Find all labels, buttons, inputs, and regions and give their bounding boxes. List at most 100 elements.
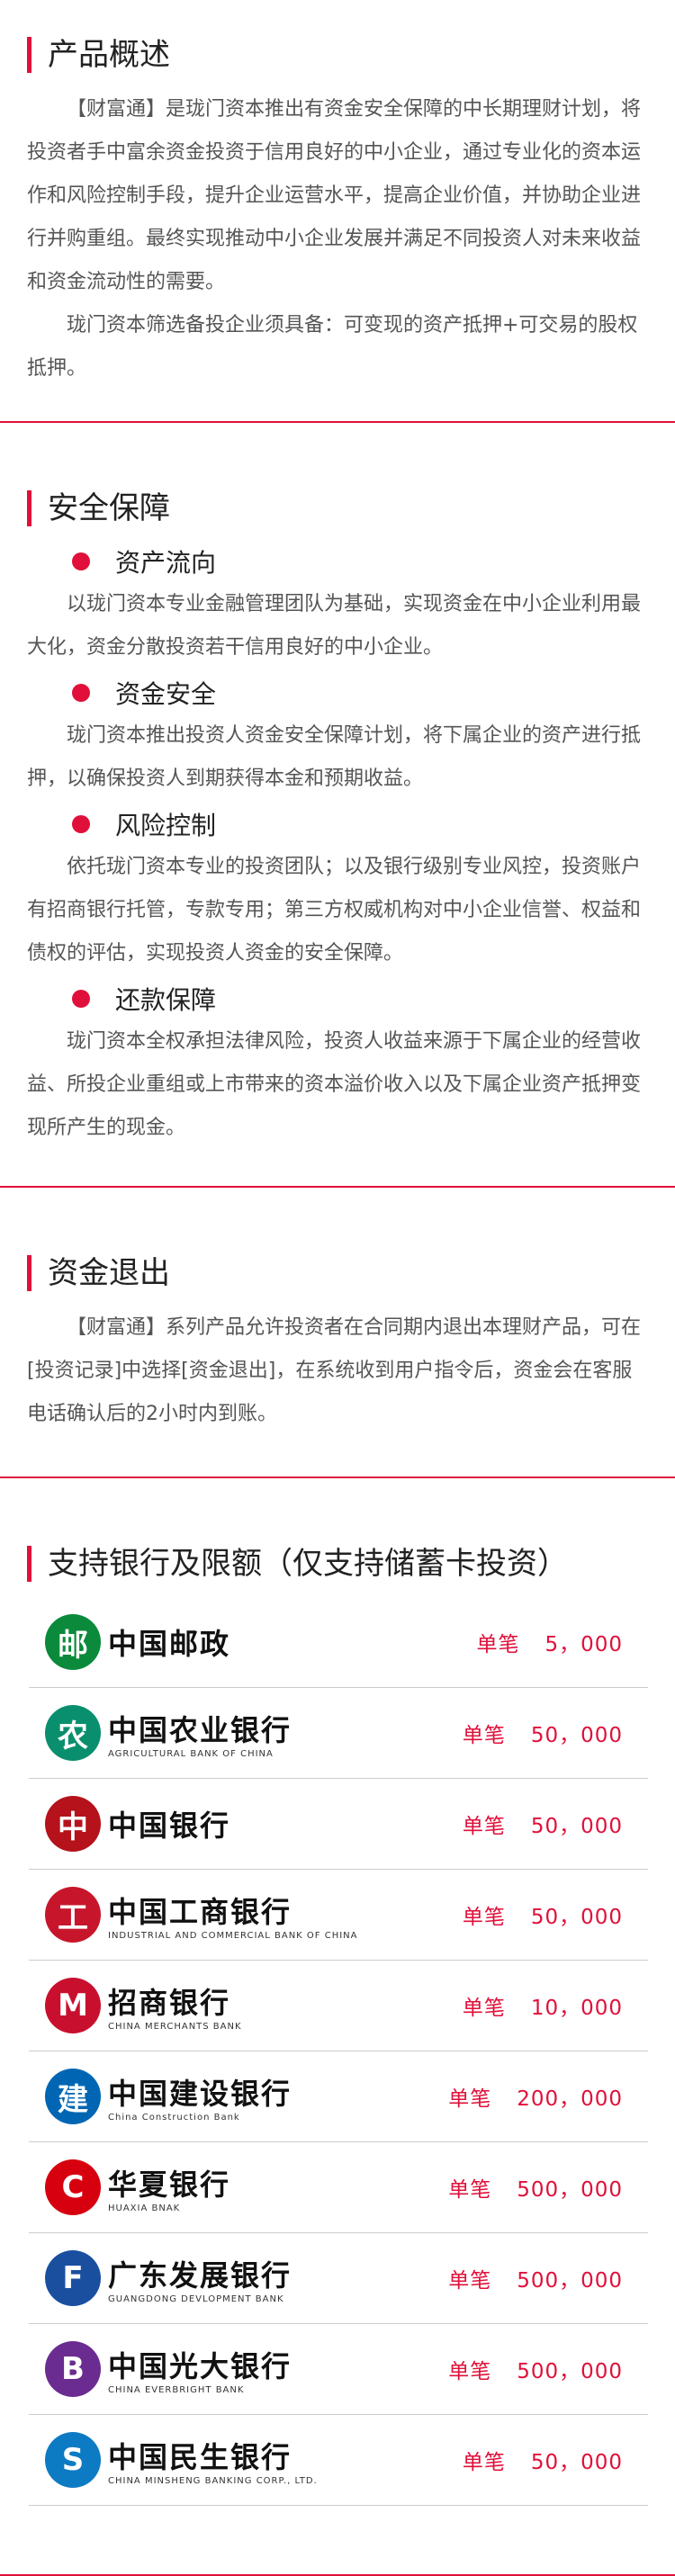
bank-name: 中国民生银行 xyxy=(108,2439,292,2474)
bullet-icon xyxy=(72,684,90,702)
limit-value: 500，000 xyxy=(517,2269,623,2293)
limit-label: 单笔 xyxy=(462,2451,506,2474)
bank-row: M 招商银行 CHINA MERCHANTS BANK 单笔 10，000 xyxy=(29,1961,648,2051)
bank-name: 中国农业银行 xyxy=(108,1712,292,1747)
limit-label: 单笔 xyxy=(448,2087,492,2111)
bank-icon: C xyxy=(45,2159,101,2215)
security-item-title: 还款保障 xyxy=(72,979,648,1019)
bank-name-en: GUANGDONG DEVLOPMENT BANK xyxy=(108,2293,284,2304)
bank-limit: 单笔 5，000 xyxy=(476,1627,648,1657)
heading-bar xyxy=(27,37,32,73)
bank-logo: 中中国银行 xyxy=(29,1796,230,1852)
limit-value: 5，000 xyxy=(544,1633,623,1656)
bank-row: C 华夏银行 HUAXIA BNAK 单笔 500，000 xyxy=(29,2142,648,2233)
limit-label: 单笔 xyxy=(476,1633,520,1656)
bank-icon: 邮 xyxy=(45,1614,101,1670)
exit-text: 【财富通】系列产品允许投资者在合同期内退出本理财产品，可在[投资记录]中选择[资… xyxy=(27,1316,642,1425)
heading-bar xyxy=(27,1546,32,1582)
overview-title: 产品概述 xyxy=(48,37,170,73)
overview-paragraph-2: 珑门资本筛选备投企业须具备：可变现的资产抵押+可交易的股权抵押。 xyxy=(27,314,638,380)
bank-limit: 单笔 10，000 xyxy=(463,1990,648,2021)
bank-icon: M xyxy=(45,1978,101,2033)
bank-logo: S 中国民生银行 CHINA MINSHENG BANKING CORP., LTD… xyxy=(29,2432,318,2488)
banks-section: 支持银行及限额（仅支持储蓄卡投资） 邮中国邮政 单笔 5，000 农中国农业银行 AGR… xyxy=(0,1478,675,2576)
limit-label: 单笔 xyxy=(462,1997,506,2020)
bank-name-en: CHINA EVERBRIGHT BANK xyxy=(108,2384,245,2395)
bank-logo: B 中国光大银行 CHINA EVERBRIGHT BANK xyxy=(29,2341,292,2397)
bank-icon: 工 xyxy=(45,1887,101,1943)
limit-value: 10，000 xyxy=(530,1997,623,2020)
limit-label: 单笔 xyxy=(448,2269,492,2293)
bank-logo: F 广东发展银行 GUANGDONG DEVLOPMENT BANK xyxy=(29,2250,292,2306)
limit-label: 单笔 xyxy=(462,1815,506,1838)
overview-paragraph-1: 【财富通】是珑门资本推出有资金安全保障的中长期理财计划，将投资者手中富余资金投资… xyxy=(27,98,642,293)
exit-heading: 资金退出 xyxy=(27,1252,648,1294)
limit-label: 单笔 xyxy=(448,2360,492,2383)
bank-row: B 中国光大银行 CHINA EVERBRIGHT BANK 单笔 500，000 xyxy=(29,2324,648,2415)
bank-name: 中国邮政 xyxy=(108,1627,231,1661)
bank-name-en: CHINA MERCHANTS BANK xyxy=(108,2021,242,2032)
bullet-icon xyxy=(72,552,90,570)
security-title: 安全保障 xyxy=(48,490,170,526)
bank-logo: C 华夏银行 HUAXIA BNAK xyxy=(29,2159,230,2215)
bank-limit: 单笔 50，000 xyxy=(463,1718,648,1748)
bank-row: 邮中国邮政 单笔 5，000 xyxy=(29,1597,648,1688)
security-heading: 安全保障 xyxy=(27,488,648,529)
bank-row: S 中国民生银行 CHINA MINSHENG BANKING CORP., LTD… xyxy=(29,2415,648,2506)
security-item-text: 以珑门资本专业金融管理团队为基础，实现资金在中小企业利用最大化，资金分散投资若干… xyxy=(27,593,642,659)
bank-limit: 单笔 50，000 xyxy=(463,1899,648,1930)
bank-logo: 工中国工商银行 INDUSTRIAL AND COMMERCIAL BANK OF… xyxy=(29,1887,358,1943)
limit-label: 单笔 xyxy=(462,1906,506,1929)
security-item-text: 依托珑门资本专业的投资团队；以及银行级别专业风控，投资账户有招商银行托管，专款专… xyxy=(27,856,642,965)
bank-icon: 中 xyxy=(45,1796,101,1852)
bank-limit: 单笔 200，000 xyxy=(448,2081,648,2112)
limit-value: 50，000 xyxy=(530,1815,623,1838)
banks-heading: 支持银行及限额（仅支持储蓄卡投资） xyxy=(27,1543,648,1584)
limit-value: 50，000 xyxy=(530,1906,623,1929)
limit-value: 200，000 xyxy=(517,2087,623,2111)
bank-row: 中中国银行 单笔 50，000 xyxy=(29,1779,648,1870)
bank-list: 邮中国邮政 单笔 5，000 农中国农业银行 AGRICULTURAL BANK OF … xyxy=(27,1597,648,2506)
bank-logo: 建中国建设银行 China Construction Bank xyxy=(29,2069,292,2124)
overview-heading: 产品概述 xyxy=(27,34,648,76)
bullet-icon xyxy=(72,815,90,833)
bank-name-en: CHINA MINSHENG BANKING CORP., LTD. xyxy=(108,2475,318,2486)
bank-name-en: China Construction Bank xyxy=(108,2112,240,2123)
bank-name: 中国银行 xyxy=(108,1809,231,1843)
bank-limit: 单笔 500，000 xyxy=(448,2263,648,2293)
exit-section: 资金退出 【财富通】系列产品允许投资者在合同期内退出本理财产品，可在[投资记录]… xyxy=(0,1188,675,1478)
bank-name-en: AGRICULTURAL BANK OF CHINA xyxy=(108,1748,274,1759)
security-item-title: 资产流向 xyxy=(72,542,648,581)
limit-value: 500，000 xyxy=(517,2360,623,2383)
bank-limit: 单笔 50，000 xyxy=(463,2445,648,2475)
bank-name: 招商银行 xyxy=(108,1985,231,2020)
exit-title: 资金退出 xyxy=(48,1255,170,1291)
bank-icon: 农 xyxy=(45,1705,101,1761)
bank-logo: 邮中国邮政 xyxy=(29,1614,230,1670)
limit-label: 单笔 xyxy=(448,2178,492,2202)
bank-name-en: HUAXIA BNAK xyxy=(108,2203,181,2213)
bank-row: F 广东发展银行 GUANGDONG DEVLOPMENT BANK 单笔 500，00… xyxy=(29,2233,648,2324)
bank-name: 中国建设银行 xyxy=(108,2076,292,2111)
bank-logo: 农中国农业银行 AGRICULTURAL BANK OF CHINA xyxy=(29,1705,292,1761)
bank-logo: M 招商银行 CHINA MERCHANTS BANK xyxy=(29,1978,242,2033)
bank-limit: 单笔 50，000 xyxy=(463,1809,648,1839)
bank-row: 工中国工商银行 INDUSTRIAL AND COMMERCIAL BANK OF… xyxy=(29,1870,648,1961)
bank-name: 广东发展银行 xyxy=(108,2257,292,2293)
limit-value: 50，000 xyxy=(530,1724,623,1747)
bank-limit: 单笔 500，000 xyxy=(448,2354,648,2384)
bank-name: 中国光大银行 xyxy=(108,2348,292,2383)
security-item-title: 风险控制 xyxy=(72,804,648,844)
bank-name: 华夏银行 xyxy=(108,2167,231,2202)
limit-value: 50，000 xyxy=(530,2451,623,2474)
bank-row: 建中国建设银行 China Construction Bank 单笔 200，000 xyxy=(29,2051,648,2142)
banks-title: 支持银行及限额（仅支持储蓄卡投资） xyxy=(48,1546,568,1582)
security-item-text: 珑门资本推出投资人资金安全保障计划，将下属企业的资产进行抵押，以确保投资人到期获… xyxy=(27,724,642,790)
bank-row: 农中国农业银行 AGRICULTURAL BANK OF CHINA 单笔 50，00… xyxy=(29,1688,648,1779)
bank-icon: S xyxy=(45,2432,101,2488)
bank-icon: 建 xyxy=(45,2069,101,2124)
heading-bar xyxy=(27,1255,32,1291)
security-section: 安全保障 资产流向 以珑门资本专业金融管理团队为基础，实现资金在中小企业利用最大… xyxy=(0,423,675,1188)
heading-bar xyxy=(27,490,32,526)
security-item-text: 珑门资本全权承担法律风险，投资人收益来源于下属企业的经营收益、所投企业重组或上市… xyxy=(27,1030,642,1139)
